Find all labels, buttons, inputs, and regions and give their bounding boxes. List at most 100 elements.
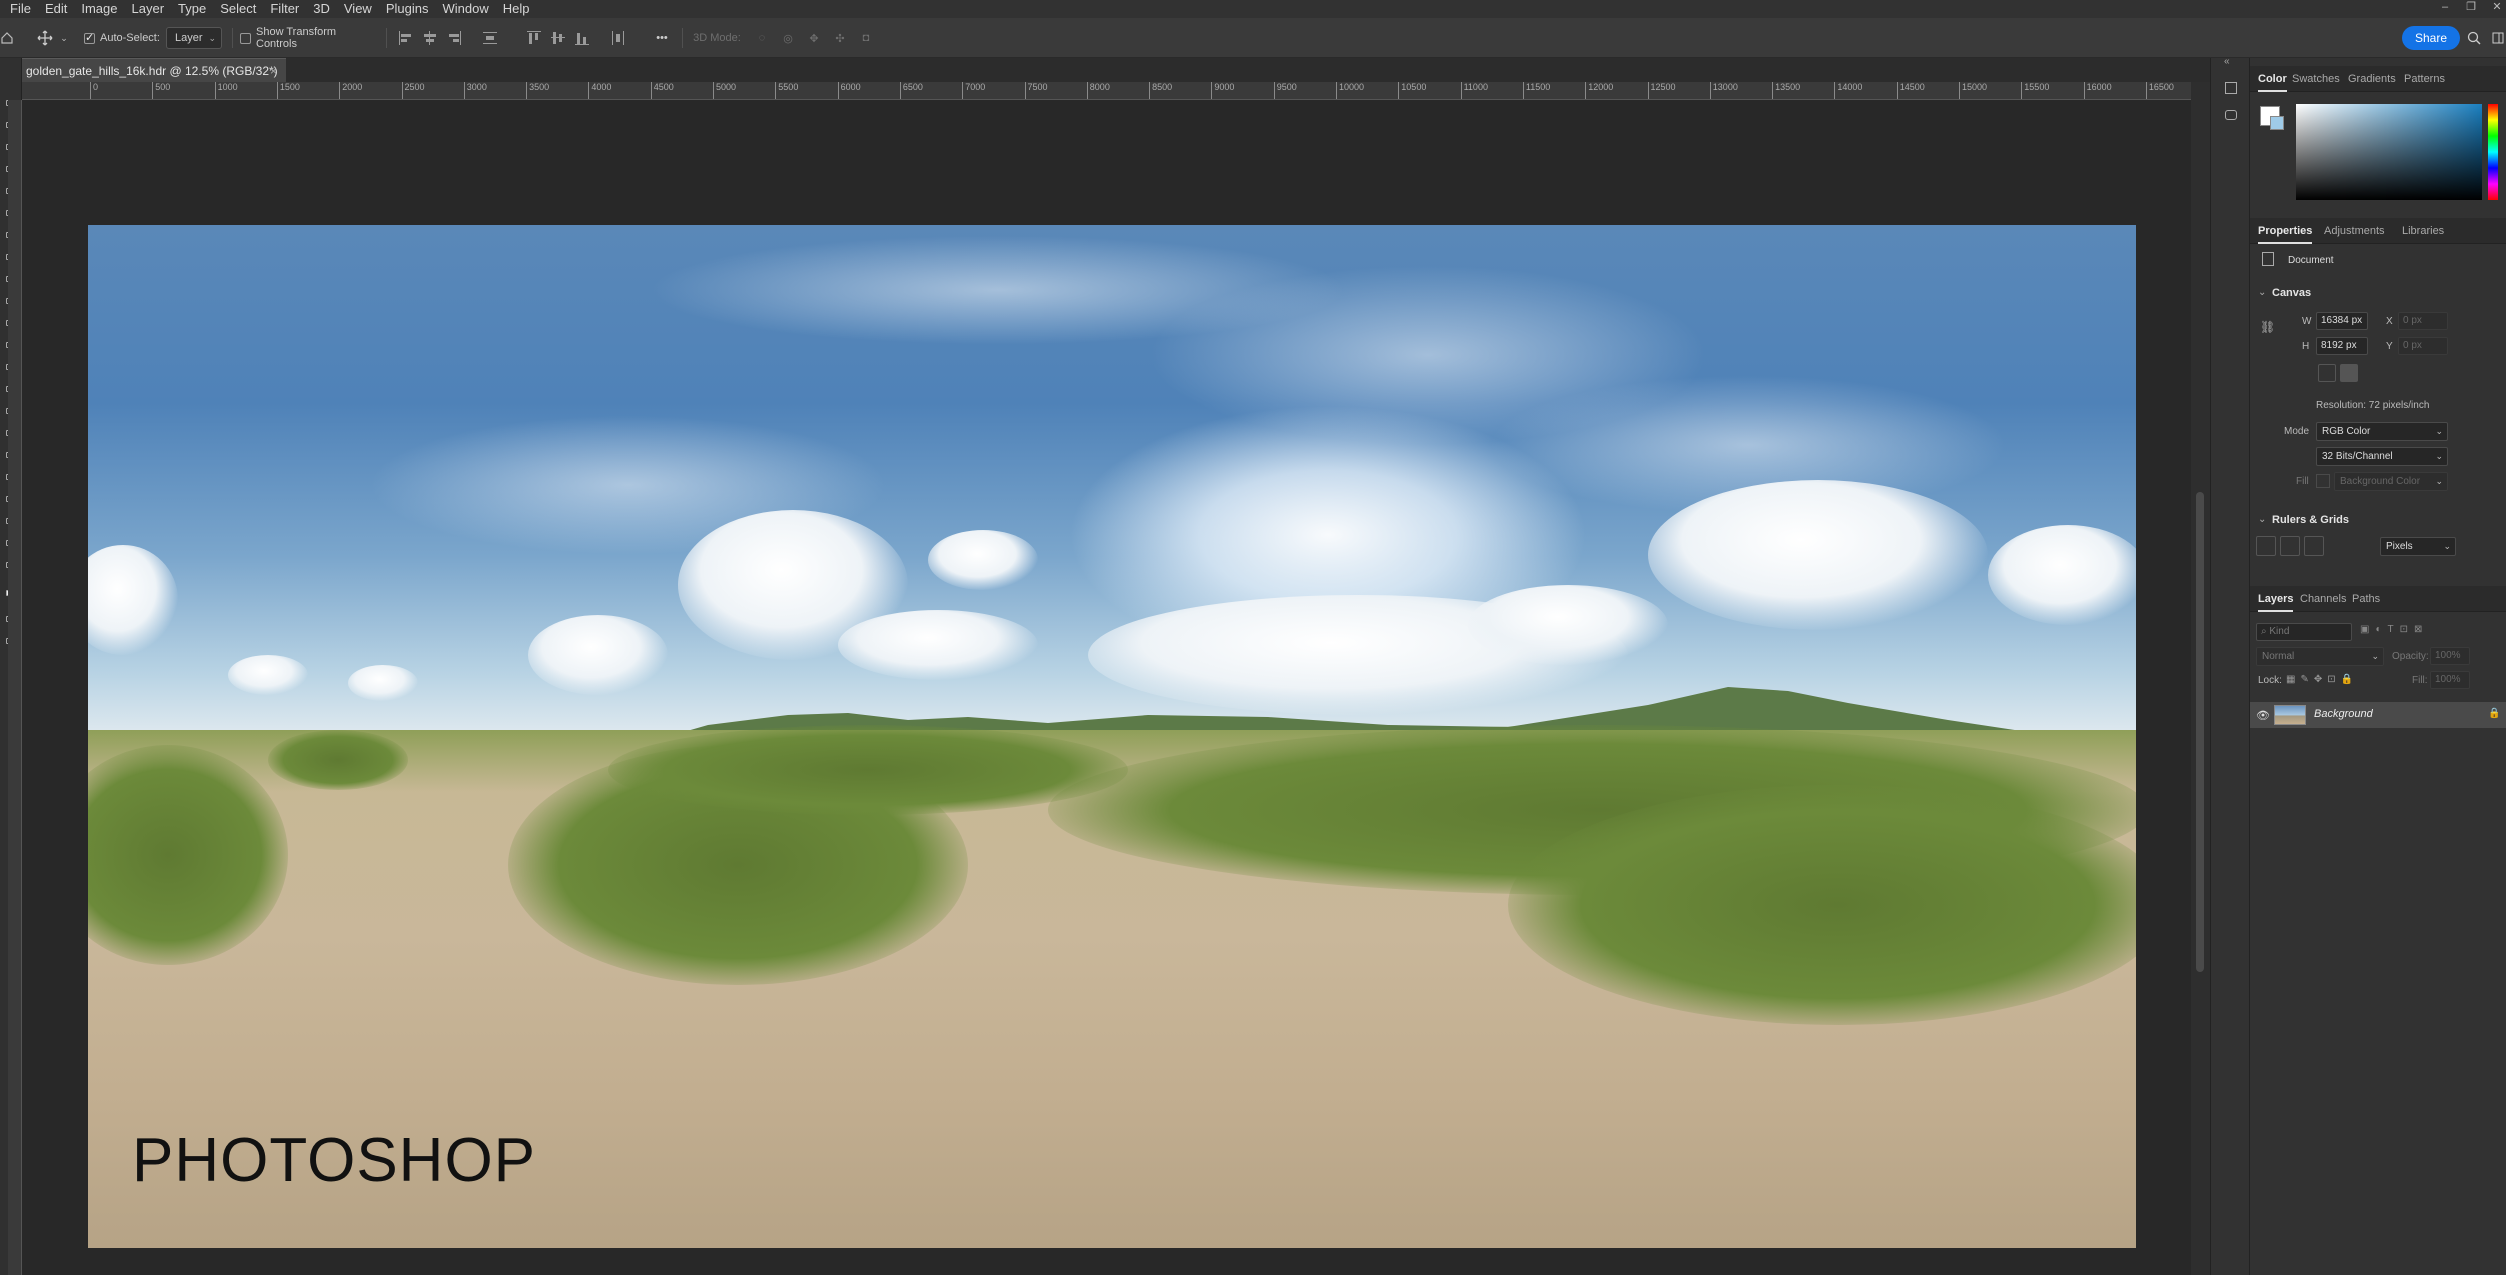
fill-dropdown[interactable]: Background Color ⌄: [2334, 472, 2448, 491]
3d-roll-icon[interactable]: ◎: [778, 28, 798, 48]
menu-filter[interactable]: Filter: [263, 0, 306, 18]
align-horizontal-center-icon[interactable]: [422, 30, 438, 46]
workspace-icon[interactable]: [2490, 28, 2506, 48]
tab-libraries[interactable]: Libraries: [2402, 218, 2444, 244]
lock-label: Lock:: [2258, 675, 2282, 686]
tab-channels[interactable]: Channels: [2300, 586, 2346, 612]
restore-icon[interactable]: ❐: [2458, 0, 2484, 18]
align-vertical-center-icon[interactable]: [550, 30, 566, 46]
menu-window[interactable]: Window: [435, 0, 495, 18]
search-icon[interactable]: [2464, 28, 2484, 48]
layer-fill-field[interactable]: 100%: [2430, 671, 2470, 689]
color-picker-field[interactable]: [2296, 104, 2482, 200]
align-top-icon[interactable]: [526, 30, 542, 46]
panel-icon-strip: [2210, 58, 2250, 1275]
menu-type[interactable]: Type: [171, 0, 213, 18]
mode-dropdown[interactable]: RGB Color ⌄: [2316, 422, 2448, 441]
y-field[interactable]: 0 px: [2398, 337, 2448, 355]
horizontal-ruler[interactable]: 0 500 1000 1500 2000 2500 3000 3500 4000 4500 5000…: [22, 82, 2210, 100]
layer-filter-icons[interactable]: ▣◐T⊡⊠: [2360, 624, 2428, 635]
cloud: [1648, 480, 1988, 630]
tab-paths[interactable]: Paths: [2352, 586, 2380, 612]
tab-color[interactable]: Color: [2258, 66, 2287, 92]
menu-help[interactable]: Help: [496, 0, 537, 18]
3d-slide-icon[interactable]: ✣: [830, 28, 850, 48]
link-icon[interactable]: ⛓: [2260, 320, 2275, 334]
window-close-icon[interactable]: ✕: [2484, 0, 2506, 18]
lock-options-icons[interactable]: ▦✎✥⊡🔒: [2286, 674, 2358, 685]
properties-panel-tabs: Properties Adjustments Libraries: [2250, 218, 2506, 244]
ruler-tick-label: 14000: [1834, 82, 1862, 99]
distribute-vertical-icon[interactable]: [482, 30, 498, 46]
tab-adjustments[interactable]: Adjustments: [2324, 218, 2385, 244]
layer-kind-filter[interactable]: ⌕ Kind: [2256, 623, 2352, 641]
grid-icon[interactable]: [2280, 536, 2300, 556]
ruler-tick-label: 9000: [1211, 82, 1234, 99]
collapse-panels-icon[interactable]: «: [2224, 56, 2230, 67]
document-image[interactable]: PHOTOSHOP: [88, 225, 2136, 1248]
align-bottom-icon[interactable]: [574, 30, 590, 46]
tool-preset-chevron-icon[interactable]: ⌄: [58, 28, 70, 48]
document-tab[interactable]: golden_gate_hills_16k.hdr @ 12.5% (RGB/3…: [22, 58, 286, 82]
tab-layers[interactable]: Layers: [2258, 586, 2294, 612]
eye-icon[interactable]: 👁: [2256, 709, 2270, 722]
tab-gradients[interactable]: Gradients: [2348, 66, 2396, 92]
canvas-section-title: Canvas: [2272, 287, 2312, 299]
ruler-icon[interactable]: [2256, 536, 2276, 556]
home-icon[interactable]: [0, 28, 14, 48]
kind-placeholder: Kind: [2269, 626, 2290, 637]
tab-patterns[interactable]: Patterns: [2404, 66, 2445, 92]
background-swatch[interactable]: [2270, 116, 2284, 130]
lock-icon[interactable]: 🔒: [2488, 708, 2500, 719]
layer-row[interactable]: 👁 Background 🔒: [2250, 702, 2506, 728]
fill-swatch[interactable]: [2316, 474, 2330, 488]
menu-3d[interactable]: 3D: [306, 0, 337, 18]
chevron-down-icon: ⌄: [2435, 426, 2443, 436]
cloud: [928, 530, 1038, 590]
menu-image[interactable]: Image: [74, 0, 124, 18]
history-icon[interactable]: [2225, 82, 2237, 94]
align-left-icon[interactable]: [398, 30, 414, 46]
3d-pan-icon[interactable]: ✥: [804, 28, 824, 48]
blend-mode-dropdown[interactable]: Normal ⌄: [2256, 647, 2384, 666]
vertical-scrollbar[interactable]: [2191, 82, 2210, 1275]
landscape-orientation-icon[interactable]: [2340, 364, 2358, 382]
tab-properties[interactable]: Properties: [2258, 218, 2313, 244]
close-tab-icon[interactable]: ×: [270, 59, 277, 83]
layer-name[interactable]: Background: [2314, 708, 2373, 720]
width-field[interactable]: 16384 px: [2316, 312, 2368, 330]
opacity-field[interactable]: 100%: [2430, 647, 2470, 665]
vertical-ruler[interactable]: [8, 100, 22, 1275]
tab-swatches[interactable]: Swatches: [2292, 66, 2340, 92]
menu-edit[interactable]: Edit: [38, 0, 74, 18]
share-button[interactable]: Share: [2402, 26, 2460, 50]
3d-camera-icon[interactable]: ◘: [856, 28, 876, 48]
menu-plugins[interactable]: Plugins: [379, 0, 436, 18]
scrollbar-thumb[interactable]: [2196, 492, 2204, 972]
3d-orbit-icon[interactable]: ◌: [752, 28, 772, 48]
move-tool-icon[interactable]: [34, 28, 56, 48]
menu-file[interactable]: File: [0, 0, 38, 18]
show-transform-controls-checkbox[interactable]: Show Transform Controls: [240, 26, 380, 50]
guides-icon[interactable]: [2304, 536, 2324, 556]
comments-icon[interactable]: [2225, 110, 2237, 120]
chevron-down-icon: ⌄: [2435, 451, 2443, 461]
more-options-button[interactable]: •••: [650, 28, 674, 48]
x-field[interactable]: 0 px: [2398, 312, 2448, 330]
bit-depth-dropdown[interactable]: 32 Bits/Channel ⌄: [2316, 447, 2448, 466]
height-field[interactable]: 8192 px: [2316, 337, 2368, 355]
auto-select-target-dropdown[interactable]: Layer ⌄: [166, 27, 222, 49]
align-right-icon[interactable]: [446, 30, 462, 46]
menu-view[interactable]: View: [337, 0, 379, 18]
portrait-orientation-icon[interactable]: [2318, 364, 2336, 382]
menu-select[interactable]: Select: [213, 0, 263, 18]
auto-select-checkbox[interactable]: Auto-Select:: [84, 28, 164, 48]
chevron-down-icon[interactable]: ⌄: [2258, 514, 2266, 525]
chevron-down-icon[interactable]: ⌄: [2258, 287, 2266, 298]
minimize-icon[interactable]: –: [2432, 0, 2458, 18]
hue-slider[interactable]: [2488, 104, 2498, 200]
units-dropdown[interactable]: Pixels ⌄: [2380, 537, 2456, 556]
menu-layer[interactable]: Layer: [125, 0, 172, 18]
ruler-tick-label: 8500: [1149, 82, 1172, 99]
distribute-horizontal-icon[interactable]: [610, 30, 626, 46]
